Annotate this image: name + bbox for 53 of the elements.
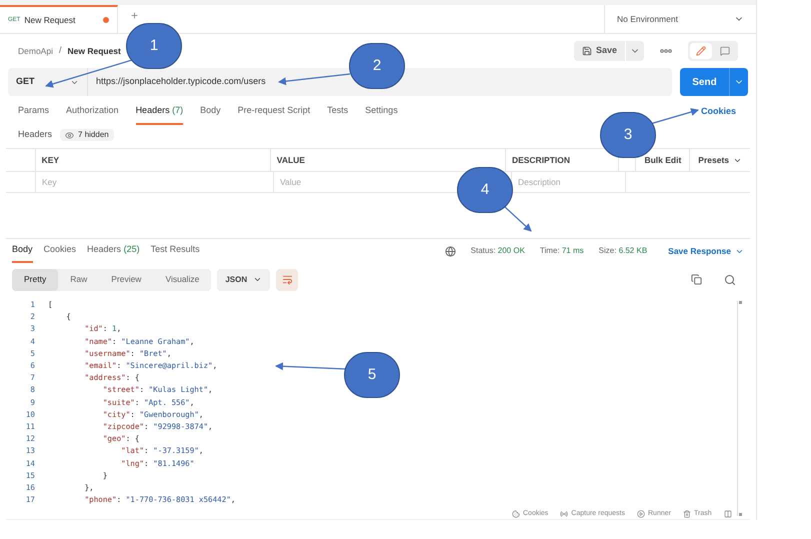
- response-tab[interactable]: Body: [12, 239, 33, 263]
- collection-link[interactable]: DemoApi: [18, 44, 53, 58]
- callout-arrow: [275, 362, 346, 370]
- callout-bubble: 3: [600, 112, 656, 158]
- request-section-tab[interactable]: Body: [200, 99, 221, 125]
- eye-icon: [65, 130, 74, 140]
- view-mode-tab[interactable]: Preview: [99, 268, 154, 290]
- cookie-icon[interactable]: [512, 510, 520, 518]
- request-name: New Request: [67, 44, 121, 58]
- format-dropdown[interactable]: JSON: [217, 268, 270, 290]
- response-tab[interactable]: Cookies: [44, 239, 76, 263]
- edit-icon[interactable]: [690, 43, 712, 59]
- chevron-down-icon: [253, 275, 262, 284]
- response-stat: Size: 6.52 KB: [598, 245, 648, 257]
- tab-title: New Request: [24, 14, 76, 26]
- request-section-tab[interactable]: Params: [18, 99, 50, 125]
- request-section-tab[interactable]: Authorization: [66, 99, 119, 125]
- layout-icon[interactable]: [724, 510, 732, 518]
- search-icon[interactable]: [724, 274, 736, 286]
- wrap-text-icon[interactable]: [276, 268, 298, 290]
- request-section-tab[interactable]: Settings: [365, 99, 398, 125]
- response-stat: Time: 71 ms: [540, 245, 584, 257]
- cookies-link[interactable]: Cookies: [700, 105, 736, 119]
- callout-arrow: [504, 206, 532, 232]
- request-section-tab[interactable]: Headers (7): [136, 99, 184, 125]
- more-icon[interactable]: [660, 49, 672, 53]
- callout-bubble: 1: [126, 23, 182, 69]
- hidden-headers-toggle[interactable]: 7 hidden: [60, 129, 114, 141]
- response-stat: Status: 200 OK: [470, 245, 525, 257]
- breadcrumb-separator: /: [58, 44, 62, 58]
- network-icon[interactable]: [444, 246, 456, 256]
- broadcast-icon[interactable]: [560, 510, 568, 518]
- view-mode-tab[interactable]: Raw: [58, 268, 100, 290]
- view-mode-tab[interactable]: Visualize: [153, 268, 212, 290]
- play-icon[interactable]: [637, 510, 645, 518]
- save-response-dropdown[interactable]: Save Response: [668, 244, 744, 258]
- method-dropdown[interactable]: GET: [8, 68, 88, 96]
- scrollbar[interactable]: [737, 301, 742, 516]
- copy-icon[interactable]: [691, 274, 702, 285]
- response-tab[interactable]: Headers (25): [87, 239, 140, 263]
- trash-icon[interactable]: [682, 510, 691, 518]
- request-section-tab[interactable]: Pre-request Script: [238, 99, 310, 125]
- callout-bubble: 4: [457, 167, 513, 213]
- headers-label: Headers: [18, 128, 52, 142]
- environment-dropdown[interactable]: No Environment: [604, 5, 756, 33]
- callout-bubble: 2: [349, 43, 405, 89]
- callout-bubble: 5: [344, 352, 400, 398]
- request-section-tab[interactable]: Tests: [327, 99, 348, 125]
- view-mode-tab[interactable]: Pretty: [12, 268, 58, 290]
- presets-dropdown[interactable]: Presets: [690, 149, 750, 171]
- add-tab-icon[interactable]: [130, 11, 139, 20]
- response-tab[interactable]: Test Results: [150, 239, 200, 263]
- column-header: KEY: [36, 149, 271, 171]
